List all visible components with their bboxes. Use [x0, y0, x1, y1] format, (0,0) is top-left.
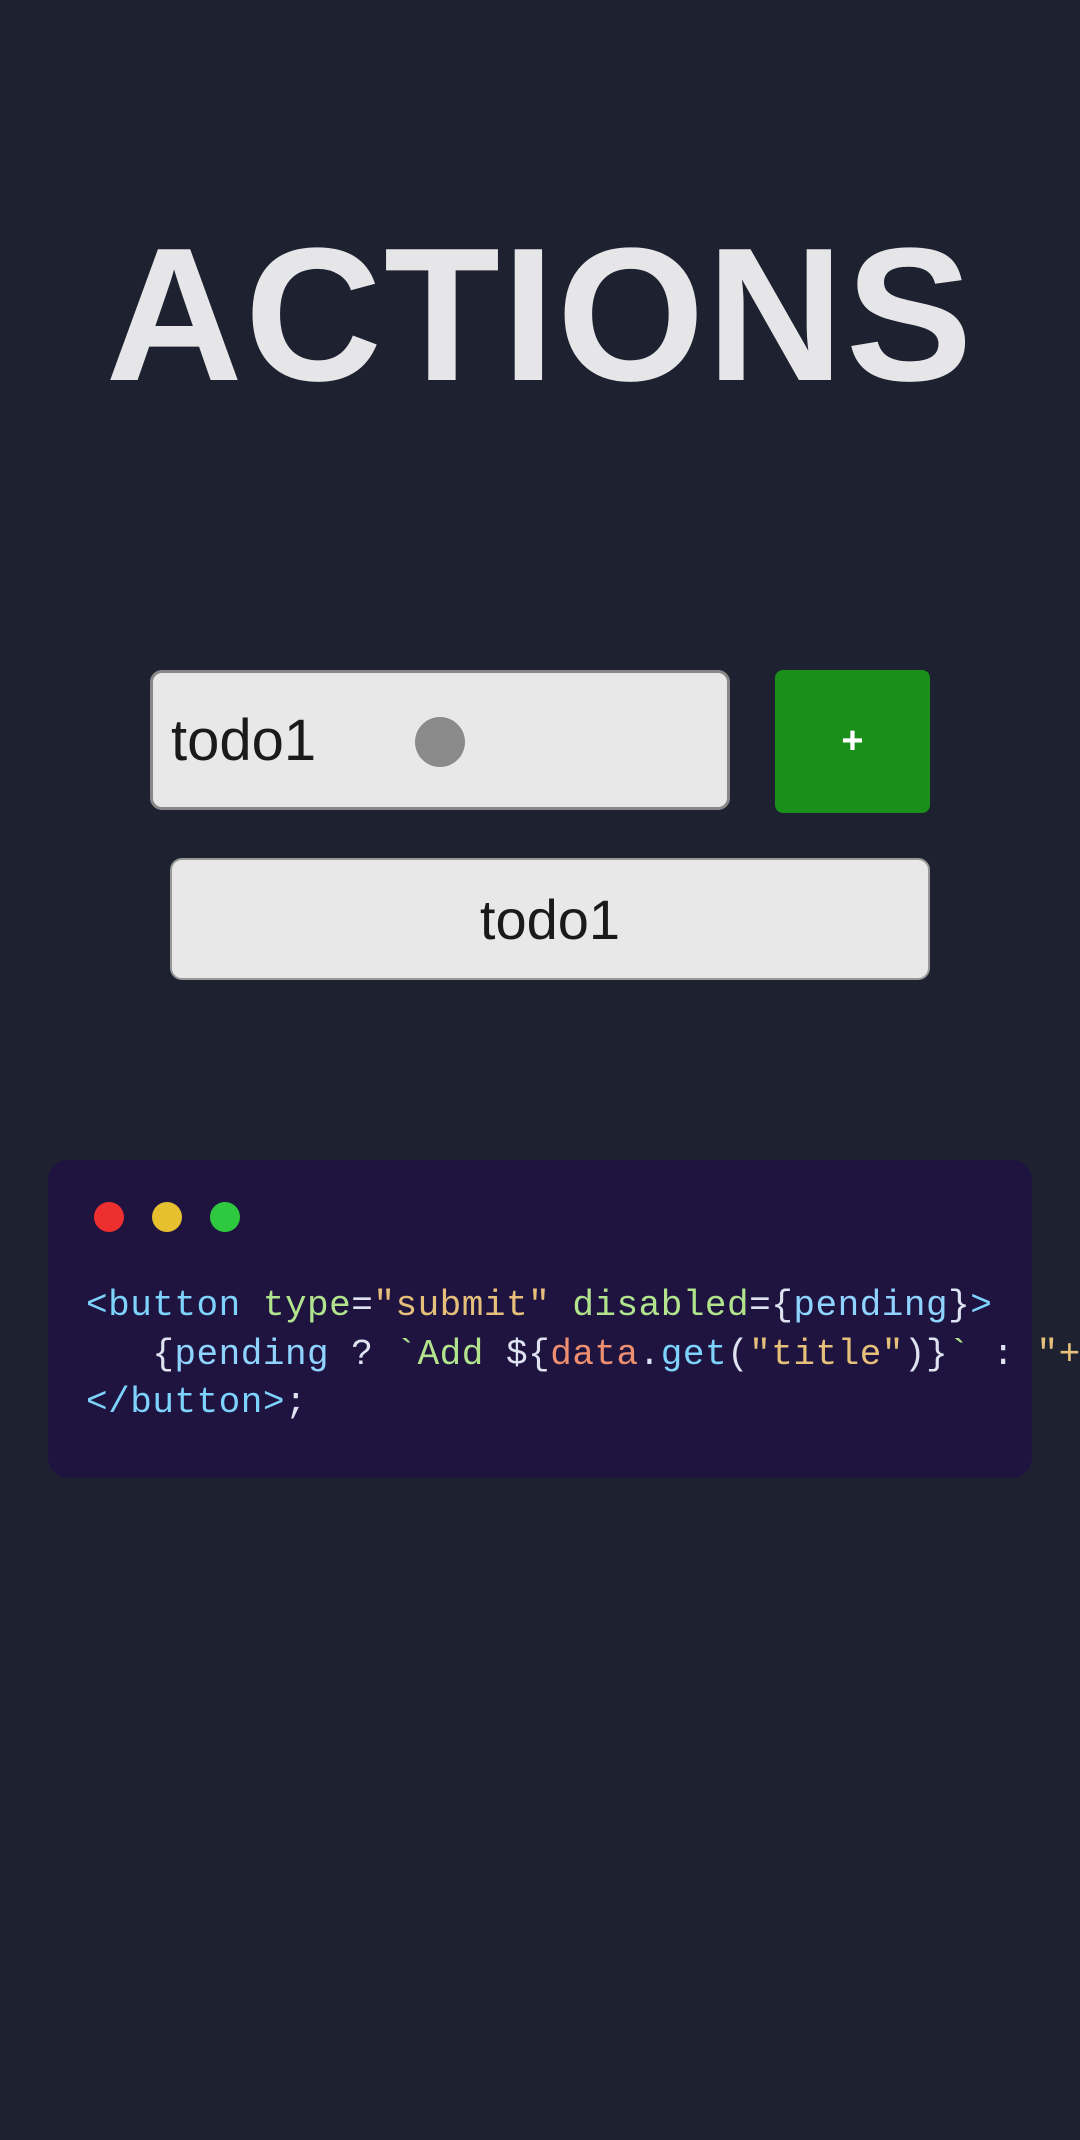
code-token: = — [749, 1285, 771, 1326]
plus-icon: + — [841, 720, 863, 763]
code-token: > — [263, 1382, 285, 1423]
code-token: type — [263, 1285, 351, 1326]
todo-item-label: todo1 — [480, 887, 620, 952]
code-token: > — [970, 1285, 992, 1326]
code-token — [86, 1334, 152, 1375]
code-token: button — [108, 1285, 241, 1326]
code-token: "submit" — [373, 1285, 550, 1326]
code-token: < — [86, 1285, 108, 1326]
code-token: data — [550, 1334, 638, 1375]
app-container: ACTIONS + todo1 <button type="submit" di… — [0, 220, 1080, 2140]
code-token: ` — [948, 1334, 970, 1375]
code-token: pending — [793, 1285, 948, 1326]
code-token: : — [970, 1334, 1036, 1375]
code-token: ( — [727, 1334, 749, 1375]
code-token: pending — [174, 1334, 329, 1375]
todo-form: + — [40, 670, 1040, 813]
code-token: Add — [418, 1334, 506, 1375]
code-token: ` — [395, 1334, 417, 1375]
traffic-lights — [86, 1202, 994, 1232]
code-token: </ — [86, 1382, 130, 1423]
code-token: { — [152, 1334, 174, 1375]
code-token: disabled — [572, 1285, 749, 1326]
code-token: ${ — [506, 1334, 550, 1375]
code-token: { — [771, 1285, 793, 1326]
traffic-light-green-icon — [210, 1202, 240, 1232]
code-token: } — [926, 1334, 948, 1375]
code-token: . — [639, 1334, 661, 1375]
code-token: get — [661, 1334, 727, 1375]
traffic-light-yellow-icon — [152, 1202, 182, 1232]
code-block: <button type="submit" disabled={pending}… — [86, 1282, 994, 1428]
traffic-light-red-icon — [94, 1202, 124, 1232]
code-token: ; — [285, 1382, 307, 1423]
code-token: "+" — [1037, 1334, 1080, 1375]
page-title: ACTIONS — [40, 220, 1040, 410]
todo-item[interactable]: todo1 — [170, 858, 930, 980]
add-button[interactable]: + — [775, 670, 930, 813]
code-token: = — [351, 1285, 373, 1326]
code-token: ? — [329, 1334, 395, 1375]
input-wrapper — [150, 670, 730, 813]
code-token: ) — [904, 1334, 926, 1375]
code-token: } — [948, 1285, 970, 1326]
todo-input[interactable] — [150, 670, 730, 810]
code-token: "title" — [749, 1334, 904, 1375]
code-window: <button type="submit" disabled={pending}… — [48, 1160, 1032, 1478]
code-token: button — [130, 1382, 263, 1423]
